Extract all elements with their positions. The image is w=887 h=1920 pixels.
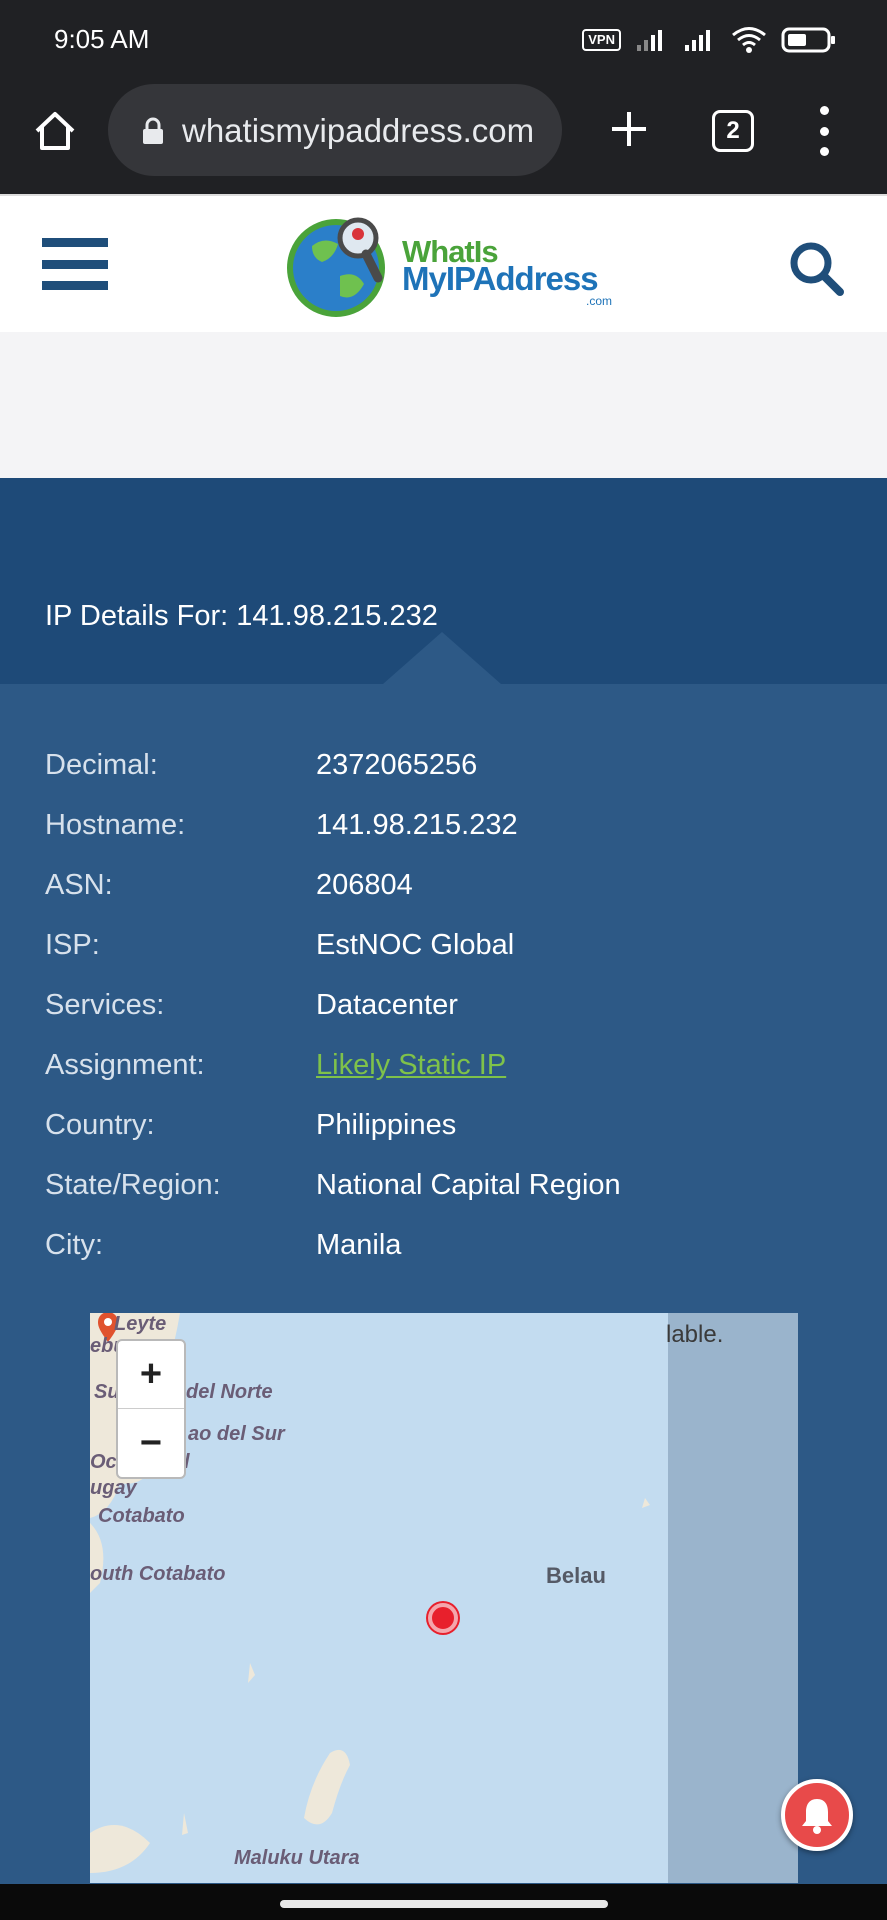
detail-value: 206804 <box>316 869 413 901</box>
pointer-notch <box>383 632 501 684</box>
vpn-badge: VPN <box>582 29 621 51</box>
logo-text-bottom: MyIPAddress <box>402 260 599 297</box>
address-bar[interactable]: whatismyipaddress.com <box>108 84 562 176</box>
map-label: del Norte <box>186 1381 273 1403</box>
battery-icon <box>781 27 835 53</box>
detail-value: 141.98.215.232 <box>316 809 518 841</box>
location-marker[interactable] <box>428 1603 458 1633</box>
map-label: Maluku Utara <box>234 1847 360 1869</box>
browser-toolbar: whatismyipaddress.com 2 <box>0 80 887 194</box>
search-button[interactable] <box>786 238 846 298</box>
detail-value: National Capital Region <box>316 1169 621 1201</box>
wifi-icon <box>732 27 766 53</box>
map-label: Cotabato <box>98 1505 185 1527</box>
lock-icon <box>143 117 163 144</box>
status-icons: VPN <box>582 26 837 54</box>
status-bar: 9:05 AM VPN <box>0 0 887 80</box>
map-label: outh Cotabato <box>90 1563 226 1585</box>
tab-switcher-button[interactable]: 2 <box>712 110 754 152</box>
bell-icon <box>802 1799 832 1834</box>
map-overlay <box>668 1313 798 1883</box>
detail-value: Manila <box>316 1229 402 1261</box>
detail-label: Country: <box>45 1109 155 1141</box>
globe-icon <box>287 217 385 317</box>
zoom-control: + − <box>116 1339 186 1479</box>
map-note: lable. <box>666 1321 724 1348</box>
zoom-in-button[interactable]: + <box>118 1341 184 1409</box>
more-vert-icon[interactable] <box>812 106 836 156</box>
signal-icon <box>685 30 710 51</box>
new-tab-button[interactable] <box>602 102 656 156</box>
detail-label: Assignment: <box>45 1049 205 1081</box>
zoom-out-button[interactable]: − <box>118 1409 184 1477</box>
search-icon <box>790 242 844 296</box>
detail-label: Hostname: <box>45 809 186 841</box>
detail-label: ISP: <box>45 929 100 961</box>
logo-suffix: .com <box>586 294 613 308</box>
site-logo[interactable]: WhatIs MyIPAddress .com <box>284 206 614 324</box>
map-label: Belau <box>546 1563 606 1588</box>
ad-placeholder <box>0 332 887 478</box>
detail-value: Philippines <box>316 1109 457 1141</box>
ip-details-title: IP Details For: 141.98.215.232 <box>45 600 438 632</box>
detail-value: Datacenter <box>316 989 458 1021</box>
home-button[interactable] <box>28 104 82 158</box>
detail-label: Services: <box>45 989 165 1021</box>
status-time: 9:05 AM <box>54 24 150 54</box>
system-nav-bar <box>0 1884 887 1920</box>
map-label: ugay <box>90 1477 137 1499</box>
site-header: WhatIs MyIPAddress .com <box>0 194 887 332</box>
detail-label: ASN: <box>45 869 113 901</box>
detail-label: City: <box>45 1229 103 1261</box>
location-map[interactable]: lable. Leyte ebu Su del Norte ao del Sur… <box>90 1313 798 1883</box>
detail-label: Decimal: <box>45 749 158 781</box>
hamburger-menu-icon[interactable] <box>42 238 108 290</box>
home-icon <box>35 112 75 150</box>
detail-label: State/Region: <box>45 1169 221 1201</box>
plus-icon <box>612 112 646 146</box>
signal-icon <box>637 30 662 51</box>
map-label: ao del Sur <box>188 1423 285 1445</box>
detail-value: 2372065256 <box>316 749 478 781</box>
url-text: whatismyipaddress.com <box>182 112 535 149</box>
notification-bell-button[interactable] <box>781 1779 853 1851</box>
detail-value: EstNOC Global <box>316 929 515 961</box>
map-label: Leyte <box>114 1313 167 1335</box>
gesture-handle[interactable] <box>280 1900 608 1908</box>
assignment-link[interactable]: Likely Static IP <box>316 1049 506 1082</box>
